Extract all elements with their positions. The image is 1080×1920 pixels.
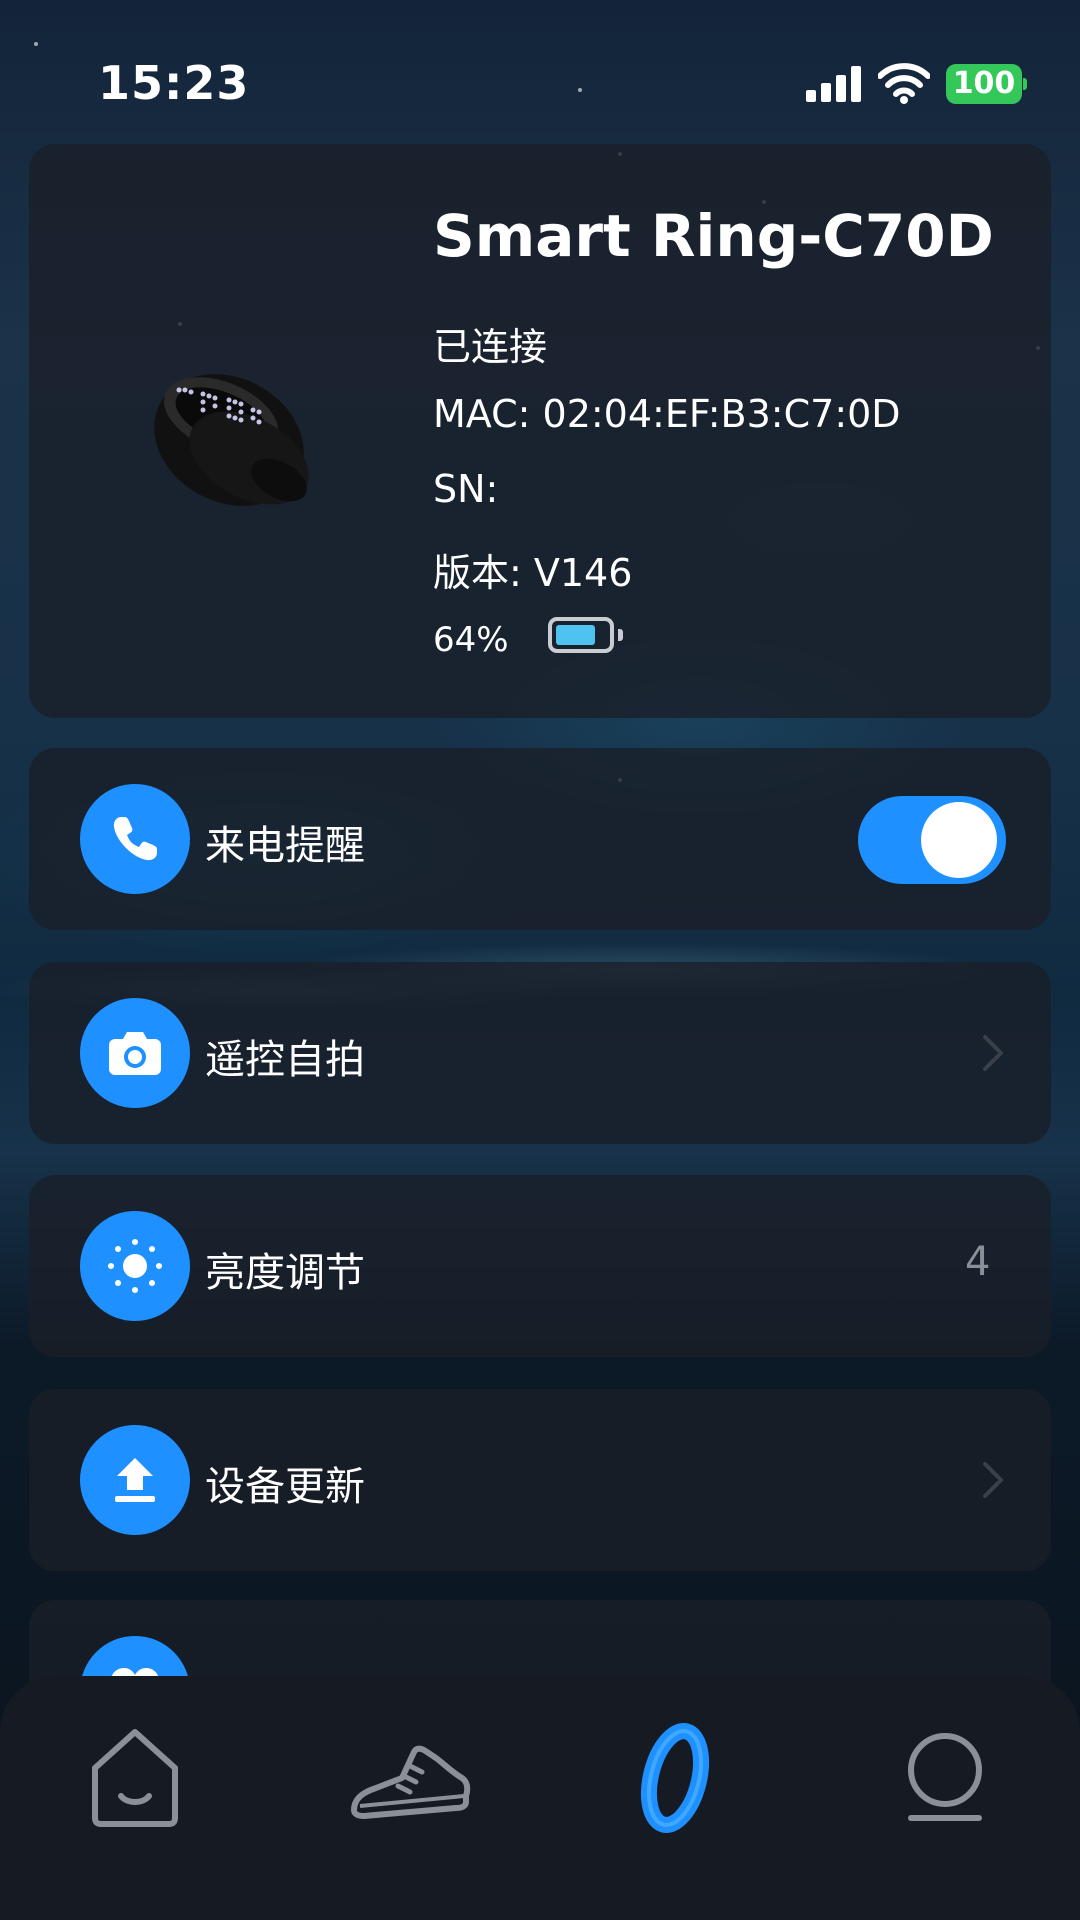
call-reminder-toggle[interactable] bbox=[858, 796, 1006, 884]
device-info-card[interactable]: Smart Ring-C70D 已连接 MAC: 02:04:EF:B3:C7:… bbox=[29, 144, 1051, 718]
toggle-knob bbox=[921, 802, 997, 878]
profile-icon bbox=[908, 1733, 982, 1821]
status-time: 15:23 bbox=[98, 56, 250, 110]
tab-profile[interactable] bbox=[875, 1706, 1015, 1846]
call-reminder-icon-circle bbox=[80, 784, 190, 894]
device-mac: MAC: 02:04:EF:B3:C7:0D bbox=[433, 392, 901, 436]
device-name: Smart Ring-C70D bbox=[433, 202, 994, 270]
camera-icon bbox=[109, 1032, 161, 1075]
device-screen: 15:23 100 Smart Ring-C70D 已连接 MAC: 02:04… bbox=[0, 0, 1080, 1920]
device-update-row[interactable]: 设备更新 bbox=[29, 1389, 1051, 1571]
phone-battery-badge: 100 bbox=[946, 64, 1022, 104]
remote-selfie-label: 遥控自拍 bbox=[205, 1037, 365, 1083]
device-sn: SN: bbox=[433, 467, 499, 511]
brightness-row[interactable]: 亮度调节 4 bbox=[29, 1175, 1051, 1357]
upload-icon bbox=[115, 1458, 155, 1502]
bottom-tab-bar bbox=[0, 1676, 1080, 1920]
brightness-icon-circle bbox=[80, 1211, 190, 1321]
phone-battery-nub bbox=[1023, 78, 1027, 90]
remote-selfie-row[interactable]: 遥控自拍 bbox=[29, 962, 1051, 1144]
firmware-version: 版本: V146 bbox=[433, 551, 633, 595]
sun-icon bbox=[108, 1239, 162, 1293]
remote-selfie-icon-circle bbox=[80, 998, 190, 1108]
connection-status: 已连接 bbox=[433, 325, 548, 369]
device-battery-fill bbox=[556, 625, 595, 645]
sneaker-icon bbox=[351, 1745, 471, 1819]
brightness-value: 4 bbox=[965, 1239, 991, 1285]
device-battery-icon bbox=[548, 617, 614, 653]
device-battery-nub bbox=[618, 629, 623, 641]
wifi-icon bbox=[878, 63, 930, 104]
status-bar: 15:23 100 bbox=[0, 0, 1080, 140]
tab-home[interactable] bbox=[65, 1706, 205, 1846]
home-icon bbox=[92, 1729, 178, 1827]
tab-device[interactable] bbox=[605, 1706, 745, 1846]
device-update-label: 设备更新 bbox=[205, 1464, 365, 1510]
chevron-right-icon bbox=[983, 1035, 1003, 1071]
tab-sport[interactable] bbox=[340, 1706, 480, 1846]
ring-device-image bbox=[154, 374, 309, 506]
call-reminder-label: 来电提醒 bbox=[205, 823, 365, 869]
call-reminder-row[interactable]: 来电提醒 bbox=[29, 748, 1051, 930]
cellular-signal-icon bbox=[806, 66, 862, 102]
device-update-icon-circle bbox=[80, 1425, 190, 1535]
ring-icon bbox=[640, 1723, 710, 1833]
chevron-right-icon bbox=[983, 1462, 1003, 1498]
brightness-label: 亮度调节 bbox=[205, 1250, 365, 1296]
phone-icon bbox=[113, 817, 157, 861]
device-battery-percent: 64% bbox=[433, 620, 509, 660]
